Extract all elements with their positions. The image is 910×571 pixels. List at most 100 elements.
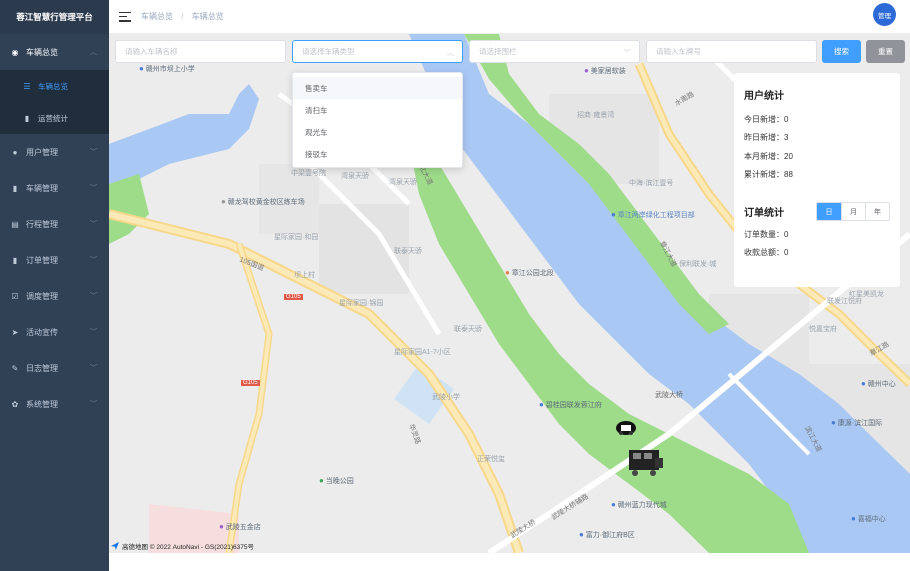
reset-button[interactable]: 重置 — [866, 40, 905, 63]
map-poi[interactable]: ● 喜福中心 — [851, 514, 886, 524]
chevron-down-icon: ﹀ — [90, 329, 97, 336]
plate-number-placeholder: 请输入车牌号 — [656, 47, 701, 56]
map-poi[interactable]: ● 美家居软装 — [584, 66, 626, 76]
stats-panel: 用户统计 今日新增：0 昨日新增：3 本月新增：20 累计新增：88 订单统计 … — [734, 73, 900, 287]
period-toggle: 日 月 年 — [816, 202, 890, 221]
map-poi[interactable]: ● 当晚公园 — [319, 476, 354, 486]
map-poi[interactable]: ● 赣州市坝上小学 — [139, 64, 195, 74]
map-poi[interactable]: ● 章江公园北段 — [505, 268, 554, 278]
submenu-vehicle-overview: ☰ 车辆总览 ▮ 运营统计 — [0, 70, 109, 134]
chevron-down-icon: ﹀ — [90, 185, 97, 192]
map-poi[interactable]: 正荣悦玺 — [477, 454, 505, 464]
dropdown-option[interactable]: 观光车 — [293, 121, 462, 143]
location-pin-icon: ● — [584, 66, 589, 75]
dropdown-option[interactable]: 清扫车 — [293, 99, 462, 121]
map-poi[interactable]: 联泰天骄 — [394, 246, 422, 256]
dropdown-option[interactable]: 售卖车 — [293, 77, 462, 99]
stat-row: 本月新增：20 — [744, 151, 793, 161]
sidebar-item-label: 活动宣传 — [26, 327, 58, 337]
map-poi[interactable]: 坝上村 — [294, 270, 315, 280]
sidebar-item-log-management[interactable]: ✎ 日志管理 ﹀ — [0, 350, 109, 386]
sidebar-subitem-vehicle-overview[interactable]: ☰ 车辆总览 — [0, 70, 109, 102]
breadcrumb-item[interactable]: 车辆总览 — [141, 12, 173, 21]
period-year-button[interactable]: 年 — [865, 203, 889, 220]
map-poi[interactable]: 武陵大桥 — [655, 390, 683, 400]
vehicle-name-input[interactable]: 请输入车辆名称 — [115, 40, 286, 63]
map-poi[interactable]: ● 武陵五金店 — [219, 522, 261, 532]
document-icon: ▤ — [11, 219, 19, 229]
map-poi[interactable]: ● 碧桂园联发蓉江府 — [539, 400, 602, 410]
chevron-down-icon: ﹀ — [90, 149, 97, 156]
globe-icon: ◉ — [11, 47, 19, 57]
bar-chart-icon: ▮ — [24, 113, 30, 123]
location-pin-icon: ● — [221, 197, 226, 206]
sidebar-item-vehicle-overview[interactable]: ◉ 车辆总览 ︿ — [0, 34, 109, 70]
checkbox-icon: ☑ — [11, 291, 19, 301]
hamburger-icon[interactable] — [119, 11, 131, 22]
map-poi[interactable]: 保利联发·城 — [679, 259, 716, 269]
sidebar-item-label: 用户管理 — [26, 147, 58, 157]
vehicle-marker[interactable] — [627, 446, 665, 478]
sidebar-item-order-management[interactable]: ▮ 订单管理 ﹀ — [0, 242, 109, 278]
map-poi[interactable]: 星际家园A1-7小区 — [394, 347, 451, 357]
plate-number-input[interactable]: 请输入车牌号 — [646, 40, 817, 63]
book-icon: ▮ — [12, 183, 18, 193]
search-button[interactable]: 搜索 — [822, 40, 861, 63]
map-poi[interactable]: ● 赣州中心 — [861, 379, 896, 389]
location-pin-icon: ● — [851, 514, 856, 523]
chevron-down-icon: ﹀ — [90, 401, 97, 408]
breadcrumb: 车辆总览 / 车辆总览 — [141, 11, 224, 22]
map-poi[interactable]: 悦嘉宝府 — [809, 324, 837, 334]
map-poi[interactable]: ● 富力·御江府B区 — [579, 530, 635, 540]
sidebar-subitem-operations-stats[interactable]: ▮ 运营统计 — [0, 102, 109, 134]
location-pin-icon: ● — [505, 268, 510, 277]
dropdown-option[interactable]: 接驳车 — [293, 143, 462, 165]
send-icon: ➤ — [11, 327, 19, 337]
stat-row: 订单数量：0 — [744, 229, 789, 239]
map-poi[interactable]: 招商·雍景湾 — [577, 110, 614, 120]
fence-placeholder: 请选择围栏 — [479, 47, 517, 56]
map-poi[interactable]: 中海·滨江壹号 — [629, 178, 673, 188]
map-poi[interactable]: 湾泉天骄 — [341, 171, 369, 181]
gear-icon: ✿ — [11, 399, 19, 409]
map-poi[interactable]: ● 章江两岸绿化工程项目部 — [611, 210, 695, 220]
sidebar-item-dispatch-management[interactable]: ☑ 调度管理 ﹀ — [0, 278, 109, 314]
chevron-up-icon: ︿ — [447, 50, 454, 57]
stat-row: 昨日新增：3 — [744, 133, 789, 143]
edit-icon: ✎ — [11, 363, 19, 373]
map-poi[interactable]: 联发江悦府 — [827, 296, 862, 306]
order-stats-title: 订单统计 — [744, 208, 784, 219]
map-poi[interactable]: 中梁壹号院 — [291, 168, 326, 178]
fence-select[interactable]: 请选择围栏 ﹀ — [469, 40, 640, 63]
map-poi[interactable]: 武陵小学 — [432, 392, 460, 402]
map-poi[interactable]: ● 赣龙驾校黄金校区练车场 — [221, 197, 305, 207]
avatar[interactable]: 管理 — [873, 3, 896, 26]
vehicle-type-select[interactable]: 请选择车辆类型 ︿ — [292, 40, 463, 63]
sidebar-item-trip-management[interactable]: ▤ 行程管理 ﹀ — [0, 206, 109, 242]
location-pin-icon: ● — [319, 476, 324, 485]
sidebar-subitem-label: 运营统计 — [38, 113, 68, 123]
sidebar-item-system-management[interactable]: ✿ 系统管理 ﹀ — [0, 386, 109, 422]
sidebar-item-label: 行程管理 — [26, 219, 58, 229]
map-poi[interactable]: 星际家园·锦园 — [339, 298, 383, 308]
sidebar-item-vehicle-management[interactable]: ▮ 车辆管理 ﹀ — [0, 170, 109, 206]
user-stats-title: 用户统计 — [744, 91, 784, 102]
road-badge: G105 — [284, 294, 303, 300]
map-poi[interactable]: 星际家园·和园 — [274, 232, 318, 242]
sidebar-subitem-label: 车辆总览 — [38, 81, 68, 91]
map-poi[interactable]: 湾泉天骄 — [389, 177, 417, 187]
breadcrumb-item-current: 车辆总览 — [191, 12, 224, 21]
sidebar-item-label: 日志管理 — [26, 363, 58, 373]
sidebar-item-campaigns[interactable]: ➤ 活动宣传 ﹀ — [0, 314, 109, 350]
period-day-button[interactable]: 日 — [817, 203, 841, 220]
chevron-down-icon: ﹀ — [624, 50, 631, 57]
vehicle-marker[interactable] — [615, 417, 637, 439]
map-poi[interactable]: ● 康源·滨江国际 — [831, 418, 882, 428]
period-month-button[interactable]: 月 — [841, 203, 865, 220]
map-poi[interactable]: ● 赣州蓝力现代城 — [611, 500, 667, 510]
book-icon: ▮ — [12, 255, 18, 265]
breadcrumb-separator: / — [181, 12, 184, 21]
map-poi[interactable]: 联泰天骄 — [454, 324, 482, 334]
sidebar-item-user-management[interactable]: ● 用户管理 ﹀ — [0, 134, 109, 170]
location-pin-icon: ● — [539, 400, 544, 409]
